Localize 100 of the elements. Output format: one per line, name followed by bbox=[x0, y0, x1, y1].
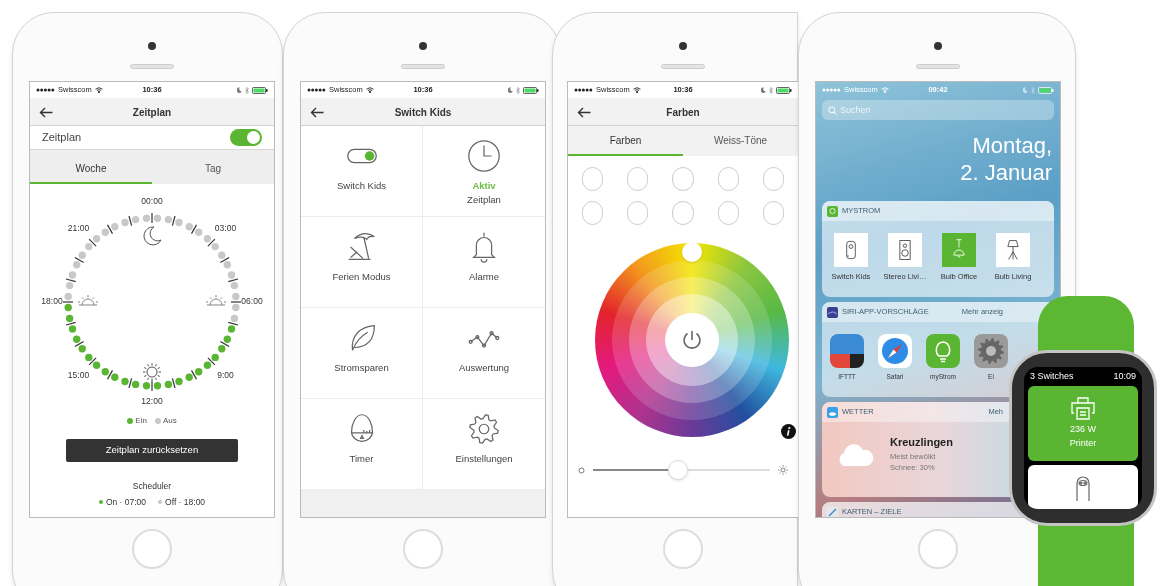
reset-button[interactable]: Zeitplan zurücksetzen bbox=[66, 439, 238, 462]
app-icon bbox=[827, 205, 838, 217]
battery-icon bbox=[1038, 86, 1054, 94]
feature-tile[interactable]: Switch Kids bbox=[301, 126, 423, 217]
signal-icon bbox=[307, 88, 326, 92]
watch-time: 10:09 bbox=[1113, 370, 1136, 383]
home-button[interactable] bbox=[132, 529, 172, 569]
wifi-icon bbox=[365, 87, 374, 93]
home-button[interactable] bbox=[663, 529, 703, 569]
color-swatch[interactable] bbox=[672, 201, 694, 225]
hour-label: 15:00 bbox=[67, 369, 90, 380]
toggle-label: Zeitplan bbox=[42, 130, 82, 146]
color-swatch[interactable] bbox=[627, 167, 649, 191]
phone-speaker bbox=[661, 64, 705, 69]
hour-tick bbox=[227, 321, 239, 326]
hour-tick bbox=[106, 369, 114, 380]
date-text: Montag, bbox=[972, 132, 1052, 159]
moon-icon bbox=[508, 87, 513, 93]
hour-tick bbox=[151, 212, 153, 224]
lightbulb-app-icon[interactable] bbox=[926, 334, 960, 368]
hour-tick bbox=[106, 224, 114, 235]
hour-tick bbox=[65, 321, 77, 326]
hour-tick bbox=[128, 377, 133, 389]
settings-icon[interactable] bbox=[974, 334, 1008, 368]
color-swatch[interactable] bbox=[717, 167, 739, 191]
hour-tick bbox=[74, 340, 85, 348]
tab[interactable]: Tag bbox=[152, 154, 274, 184]
maps-app-icon bbox=[827, 506, 838, 517]
color-picker-handle[interactable] bbox=[682, 242, 702, 262]
schedule-entry: Off · 18:00 bbox=[165, 495, 206, 509]
sunrise-icon bbox=[205, 294, 227, 306]
color-swatch[interactable] bbox=[762, 167, 784, 191]
search-icon bbox=[828, 105, 837, 115]
phone-speaker bbox=[916, 64, 960, 69]
hour-tick bbox=[171, 377, 176, 389]
hour-label: 00:00 bbox=[141, 196, 163, 207]
slider-thumb[interactable] bbox=[667, 460, 688, 480]
color-swatch[interactable] bbox=[582, 201, 604, 225]
wifi-icon bbox=[632, 87, 641, 93]
printer-icon bbox=[1070, 396, 1096, 420]
color-swatch[interactable] bbox=[627, 201, 649, 225]
hour-tick bbox=[190, 224, 198, 235]
battery-icon bbox=[252, 86, 268, 94]
app-icon bbox=[827, 306, 838, 318]
phone-camera bbox=[934, 42, 942, 50]
hour-tick bbox=[65, 278, 77, 283]
tab[interactable]: Farben bbox=[568, 126, 683, 156]
color-swatch[interactable] bbox=[582, 167, 604, 191]
legend-label: Ein bbox=[135, 415, 147, 427]
signal-icon bbox=[36, 88, 55, 92]
color-swatch[interactable] bbox=[762, 201, 784, 225]
switch-card[interactable] bbox=[1028, 464, 1138, 509]
moon-icon bbox=[143, 226, 162, 246]
power-icon bbox=[681, 329, 703, 351]
app-icon[interactable] bbox=[830, 334, 864, 368]
color-swatch[interactable] bbox=[672, 167, 694, 191]
home-button[interactable] bbox=[403, 529, 443, 569]
hour-tick bbox=[128, 215, 133, 227]
schedule-entry: On · 07:00 bbox=[105, 495, 147, 509]
hour-tick bbox=[190, 369, 198, 380]
bluetooth-icon bbox=[1031, 86, 1035, 94]
bluetooth-icon bbox=[516, 86, 520, 94]
home-button[interactable] bbox=[918, 529, 958, 569]
hour-label: 18:00 bbox=[41, 296, 63, 307]
city-name: Kreuzlingen bbox=[890, 435, 953, 450]
weather-app-icon bbox=[827, 406, 838, 418]
phone-camera bbox=[679, 42, 687, 50]
brightness-high-icon bbox=[778, 465, 788, 475]
hour-tick bbox=[62, 301, 74, 303]
color-swatch[interactable] bbox=[717, 201, 739, 225]
feature-tile[interactable]: Ferien Modus bbox=[301, 217, 423, 308]
tab[interactable]: Weiss-Töne bbox=[683, 126, 798, 156]
phone-camera bbox=[148, 42, 156, 50]
hour-label: 03:00 bbox=[214, 222, 237, 233]
compass-icon[interactable] bbox=[878, 334, 912, 368]
hour-tick bbox=[74, 256, 85, 264]
back-arrow-icon bbox=[577, 106, 591, 118]
screen-title: Switch Kids bbox=[393, 105, 453, 120]
sunset-icon bbox=[77, 294, 99, 306]
wifi-icon bbox=[94, 87, 103, 93]
phone-speaker bbox=[130, 64, 174, 69]
date-text: 2. Januar bbox=[960, 159, 1052, 186]
screen-title: Farben bbox=[665, 105, 701, 120]
battery-icon bbox=[523, 86, 539, 94]
wifi-icon bbox=[880, 87, 889, 93]
hour-tick bbox=[219, 340, 230, 348]
signal-icon bbox=[574, 88, 593, 92]
brightness-low-icon bbox=[578, 466, 585, 474]
bluetooth-icon bbox=[245, 86, 249, 94]
hour-label: 21:00 bbox=[67, 222, 90, 233]
moon-icon bbox=[761, 87, 766, 93]
screen-title: Zeitplan bbox=[131, 105, 173, 120]
toggle-switch[interactable] bbox=[230, 129, 262, 146]
back-arrow-icon bbox=[39, 106, 53, 118]
hour-label: 06:00 bbox=[241, 296, 263, 307]
scheduler-title: Scheduler bbox=[131, 480, 173, 493]
feature-tile[interactable]: Stromsparen bbox=[301, 308, 423, 399]
clock-icon bbox=[465, 137, 503, 175]
phone-speaker bbox=[401, 64, 445, 69]
feature-tile[interactable]: Timer bbox=[301, 399, 423, 490]
